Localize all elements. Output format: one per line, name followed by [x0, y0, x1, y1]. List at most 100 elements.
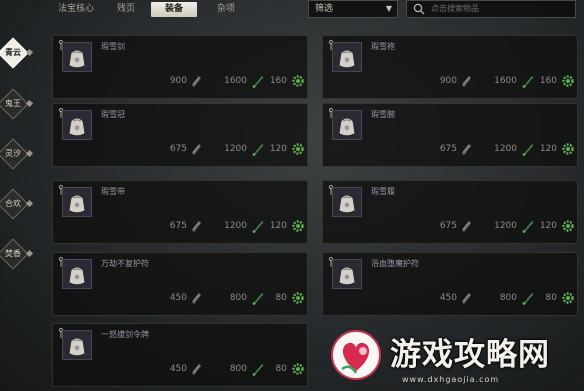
gear-icon [292, 143, 304, 155]
stat-one: 675 [439, 221, 457, 231]
gear-icon [292, 292, 304, 304]
tab-pointer [25, 48, 34, 57]
search-icon [413, 3, 425, 15]
scroll-icon [462, 221, 471, 232]
sidebar-item-label: 青云 [5, 48, 21, 57]
item-name: 万劫不复护符 [101, 259, 149, 268]
stat-two: 800 [499, 293, 517, 303]
item-stats: 900 1600 160 [323, 74, 577, 90]
stat-two: 1200 [224, 221, 247, 231]
item-stats: 675 1200 120 [53, 219, 307, 235]
stat-one: 675 [169, 221, 187, 231]
bag-icon [332, 42, 362, 72]
equipment-card[interactable]: 瑕雪冠 675 1200 120 [52, 103, 308, 167]
item-name: 瑕雪履 [371, 187, 395, 196]
gear-icon [562, 292, 574, 304]
sidebar-item-label: 焚香 [5, 249, 21, 258]
stat-three: 120 [269, 221, 287, 231]
equipment-card[interactable]: 瑕雪袍 900 1600 160 [322, 35, 578, 99]
stat-one: 675 [439, 144, 457, 154]
item-name: 瑕雪冠 [101, 110, 125, 119]
filter-dropdown[interactable]: 筛选 ▼ [308, 0, 398, 18]
scroll-icon [462, 144, 471, 155]
stat-two: 1200 [224, 144, 247, 154]
item-name: 浴血堕魔护符 [371, 259, 419, 268]
sidebar-item-guiwang[interactable]: 鬼王 [0, 88, 34, 120]
site-watermark: 游戏攻略网 www.dxhgaojia.com [330, 323, 584, 391]
stat-three: 80 [545, 293, 557, 303]
equipment-card[interactable]: 瑕雪腕 675 1200 120 [322, 103, 578, 167]
bag-icon [332, 187, 362, 217]
brush-icon [522, 293, 534, 305]
sidebar-item-hehuan[interactable]: 合欢 [0, 188, 34, 220]
stat-two: 1200 [494, 144, 517, 154]
brush-icon [522, 76, 534, 88]
tab-misc[interactable]: 杂项 [206, 2, 246, 17]
bag-icon [62, 110, 92, 140]
search-placeholder: 点击搜索物品 [431, 4, 479, 13]
equipment-card[interactable]: 瑕雪带 675 1200 120 [52, 180, 308, 244]
item-name: 瑕雪袍 [371, 42, 395, 51]
bag-icon [62, 187, 92, 217]
watermark-title: 游戏攻略网 [390, 337, 550, 373]
sidebar-item-lingxi[interactable]: 灵汐 [0, 138, 34, 170]
item-stats: 450 800 80 [53, 291, 307, 307]
bag-icon [62, 259, 92, 289]
search-input[interactable]: 点击搜索物品 [406, 0, 576, 18]
tab-pointer [25, 249, 34, 258]
equipment-card[interactable]: 浴血堕魔护符 450 800 80 [322, 252, 578, 316]
stat-two: 1200 [494, 221, 517, 231]
gear-icon [292, 363, 304, 375]
equipment-card[interactable]: 瑕雪履 675 1200 120 [322, 180, 578, 244]
tab-pointer [25, 99, 34, 108]
stat-one: 900 [169, 76, 187, 86]
item-name: 一怒拔剑令牌 [101, 330, 149, 339]
tab-pointer [25, 199, 34, 208]
bag-icon [332, 110, 362, 140]
sidebar-item-label: 灵汐 [5, 149, 21, 158]
filter-label: 筛选 [315, 4, 334, 14]
tab-core[interactable]: 法宝核心 [50, 2, 102, 17]
scroll-icon [192, 221, 201, 232]
tab-pointer [25, 149, 34, 158]
item-stats: 450 800 80 [323, 291, 577, 307]
gear-icon [292, 220, 304, 232]
brush-icon [252, 293, 264, 305]
tab-fragments[interactable]: 残页 [110, 2, 142, 17]
scroll-icon [192, 364, 201, 375]
scroll-icon [462, 76, 471, 87]
brush-icon [522, 221, 534, 233]
equipment-card[interactable]: 万劫不复护符 450 800 80 [52, 252, 308, 316]
item-name: 瑕雪剑 [101, 42, 125, 51]
stat-two: 800 [229, 293, 247, 303]
gear-icon [562, 143, 574, 155]
bag-icon [62, 42, 92, 72]
chevron-down-icon: ▼ [385, 4, 392, 13]
tab-equipment[interactable]: 装备 [151, 2, 197, 17]
brush-icon [252, 221, 264, 233]
sidebar-item-label: 合欢 [5, 199, 21, 208]
sidebar-item-qingyun[interactable]: 青云 [0, 37, 34, 69]
stat-three: 160 [539, 76, 557, 86]
sidebar-item-fenxiang[interactable]: 焚香 [0, 238, 34, 270]
stat-three: 160 [269, 76, 287, 86]
item-stats: 675 1200 120 [53, 142, 307, 158]
stat-one: 450 [439, 293, 457, 303]
sidebar-item-label: 鬼王 [5, 99, 21, 108]
stat-one: 900 [439, 76, 457, 86]
bag-icon [62, 330, 92, 360]
scroll-icon [192, 144, 201, 155]
equipment-card[interactable]: 一怒拔剑令牌 450 800 80 [52, 323, 308, 387]
item-name: 瑕雪腕 [371, 110, 395, 119]
equipment-card[interactable]: 瑕雪剑 900 1600 160 [52, 35, 308, 99]
bag-icon [332, 259, 362, 289]
item-stats: 675 1200 120 [323, 219, 577, 235]
stat-two: 1600 [224, 76, 247, 86]
top-bar: 法宝核心 残页 装备 杂项 筛选 ▼ 点击搜索物品 [0, 0, 584, 20]
item-stats: 450 800 80 [53, 362, 307, 378]
scroll-icon [462, 293, 471, 304]
gear-icon [562, 75, 574, 87]
item-stats: 900 1600 160 [53, 74, 307, 90]
stat-three: 80 [275, 364, 287, 374]
stat-three: 120 [269, 144, 287, 154]
